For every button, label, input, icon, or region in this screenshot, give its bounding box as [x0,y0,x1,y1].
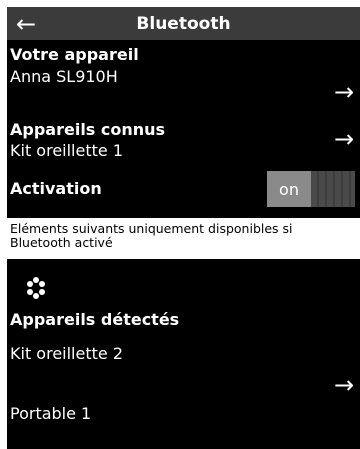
detected-devices-arrow-icon[interactable]: → [332,373,356,397]
activation-label: Activation [10,179,102,198]
toggle-knob [311,171,355,207]
toggle-on-label: on [267,171,311,207]
your-device-heading: Votre appareil [10,45,139,64]
page-title: Bluetooth [136,13,231,34]
activation-toggle[interactable]: on [267,171,355,207]
bluetooth-screen: Bluetooth ← Votre appareil Anna SL910H →… [7,7,360,449]
detected-device-item[interactable]: Portable 1 [10,404,91,423]
back-arrow-icon[interactable]: ← [11,7,41,40]
your-device-name[interactable]: Anna SL910H [10,67,118,86]
known-device-item[interactable]: Kit oreillette 1 [10,141,123,160]
known-devices-heading: Appareils connus [10,120,166,139]
detected-devices-heading: Appareils détectés [10,310,180,329]
detected-device-item[interactable]: Kit oreillette 2 [10,344,123,363]
info-banner: Eléments suivants uniquement disponibles… [7,218,360,259]
spinner-icon [27,277,45,299]
known-devices-arrow-icon[interactable]: → [332,127,356,151]
your-device-arrow-icon[interactable]: → [332,80,356,104]
header-bar: Bluetooth ← [7,7,360,40]
